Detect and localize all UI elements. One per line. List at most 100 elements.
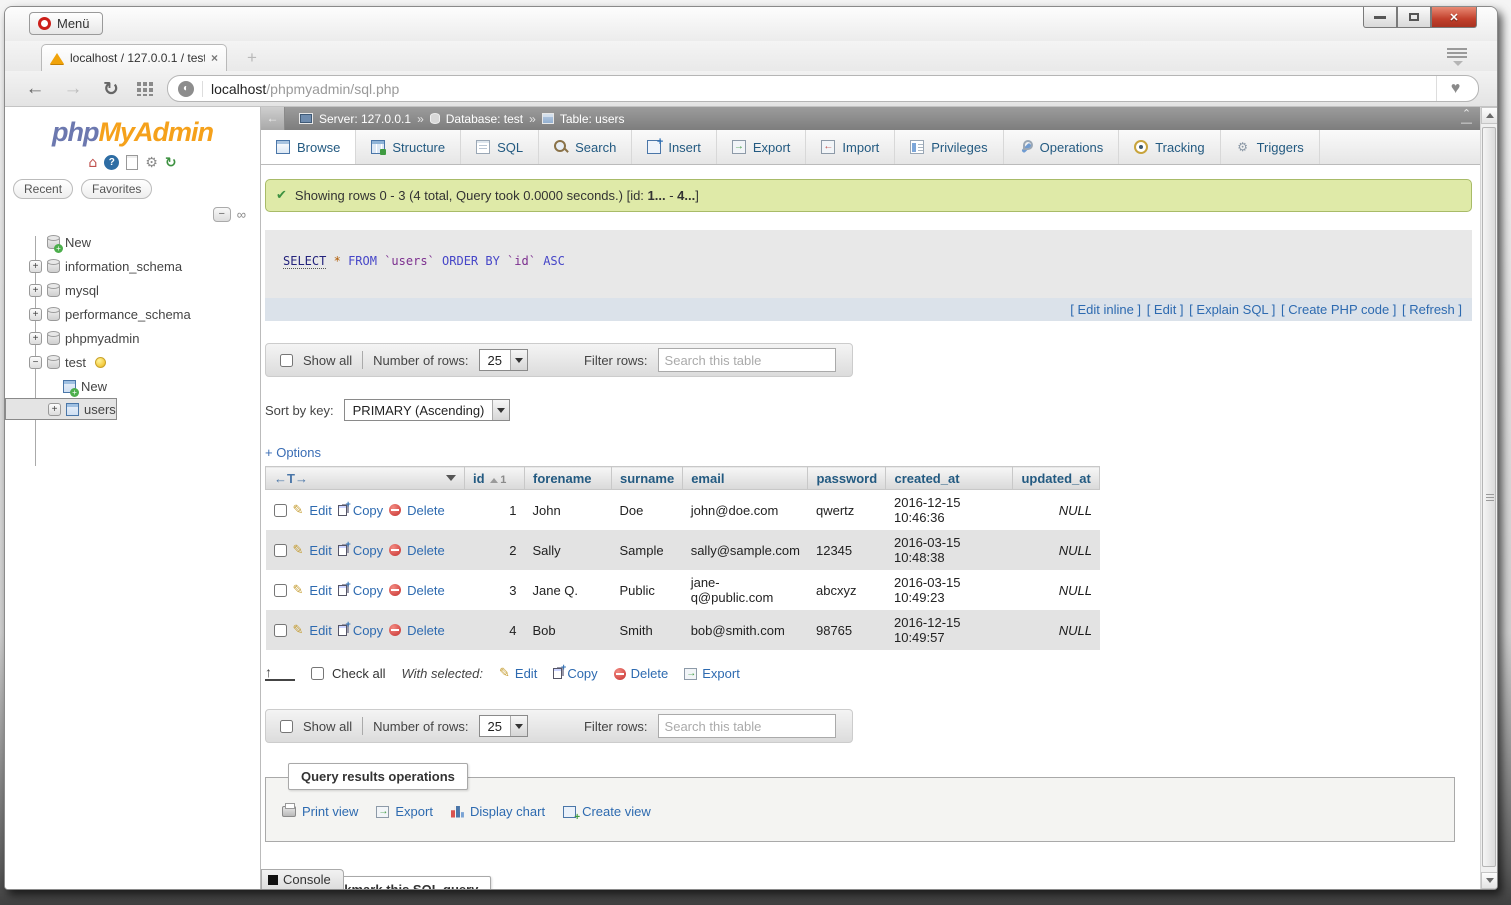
row-checkbox[interactable] [274,624,287,637]
tab-insert[interactable]: Insert [632,130,717,164]
row-checkbox[interactable] [274,504,287,517]
url-field[interactable]: ◐ localhost/phpmyadmin/sql.php ♥ [167,75,1479,102]
browser-tab[interactable]: localhost / 127.0.0.1 / test × [41,44,227,71]
row-checkbox[interactable] [274,544,287,557]
vertical-scrollbar[interactable] [1480,107,1497,889]
new-tab-button[interactable]: + [241,48,263,68]
tab-export[interactable]: Export [717,130,807,164]
tree-item-mysql[interactable]: + mysql [5,278,260,302]
scrollbar-thumb[interactable] [1482,127,1496,867]
tab-browse[interactable]: Browse [261,130,356,164]
url-text[interactable]: localhost/phpmyadmin/sql.php [211,81,1428,97]
collapse-icon[interactable]: − [29,356,42,369]
sort-key-select[interactable]: PRIMARY (Ascending) [344,399,511,421]
tab-import[interactable]: Import [806,130,895,164]
column-dropdown-icon[interactable] [446,475,456,481]
opera-menu-button[interactable]: Menü [29,12,103,35]
row-edit-link[interactable]: Edit [309,543,331,558]
panel-toggle-button[interactable]: ← [261,107,285,130]
row-delete-link[interactable]: Delete [407,543,445,558]
selected-export-link[interactable]: Export [684,666,740,681]
expand-icon[interactable]: + [48,403,61,416]
options-toggle[interactable]: + Options [265,445,1480,460]
console-tab[interactable]: Console [261,869,344,889]
col-header-updated-at[interactable]: updated_at [1013,467,1100,490]
tree-item-new-table[interactable]: New [5,374,260,398]
filter-table-input[interactable] [658,714,836,738]
tab-menu-button[interactable] [1447,48,1469,66]
show-all-checkbox[interactable] [280,720,293,733]
minimize-button[interactable] [1363,7,1397,28]
settings-gear-icon[interactable]: ⚙ [145,155,158,171]
selected-delete-link[interactable]: Delete [614,666,669,681]
row-delete-link[interactable]: Delete [407,583,445,598]
tree-item-information-schema[interactable]: + information_schema [5,254,260,278]
bookmark-heart-button[interactable]: ♥ [1436,76,1474,101]
col-header-surname[interactable]: surname [612,467,683,490]
col-header-password[interactable]: password [808,467,886,490]
selected-copy-link[interactable]: Copy [553,666,597,681]
speed-dial-icon[interactable] [137,82,153,96]
display-chart-link[interactable]: Display chart [451,804,545,819]
breadcrumb-table[interactable]: Table: users [560,112,625,126]
col-header-email[interactable]: email [683,467,808,490]
expand-icon[interactable]: + [29,284,42,297]
print-view-link[interactable]: Print view [282,804,358,819]
tab-structure[interactable]: Structure [356,130,461,164]
explain-sql-link[interactable]: [ Explain SQL ] [1189,302,1275,317]
rows-per-page-select[interactable]: 25 [479,349,528,371]
scroll-up-button[interactable] [1481,107,1498,124]
tab-privileges[interactable]: Privileges [895,130,1003,164]
tab-close-icon[interactable]: × [211,51,218,65]
breadcrumb-server[interactable]: Server: 127.0.0.1 [319,112,411,126]
collapse-all-button[interactable]: − [213,207,231,222]
filter-table-input[interactable] [658,348,836,372]
tree-item-test[interactable]: − test [5,350,260,374]
edit-inline-link[interactable]: [ Edit inline ] [1070,302,1141,317]
row-checkbox[interactable] [274,584,287,597]
transpose-control[interactable]: ←T→ [274,471,308,486]
col-header-forename[interactable]: forename [525,467,612,490]
tab-search[interactable]: Search [539,130,632,164]
tab-triggers[interactable]: ⚙Triggers [1221,130,1320,164]
forward-button[interactable]: → [61,78,85,100]
check-all-checkbox[interactable] [311,667,324,680]
scroll-down-button[interactable] [1481,872,1498,889]
row-copy-link[interactable]: Copy [353,543,383,558]
docs-icon[interactable] [126,155,138,170]
breadcrumb-database[interactable]: Database: test [446,112,523,126]
home-icon[interactable]: ⌂ [88,155,97,171]
create-php-code-link[interactable]: [ Create PHP code ] [1281,302,1396,317]
back-button[interactable]: ← [23,78,47,100]
expand-icon[interactable]: + [29,332,42,345]
row-edit-link[interactable]: Edit [309,623,331,638]
expand-icon[interactable]: + [29,260,42,273]
row-copy-link[interactable]: Copy [353,623,383,638]
tab-tracking[interactable]: Tracking [1119,130,1220,164]
expand-icon[interactable]: + [29,308,42,321]
tree-item-phpmyadmin[interactable]: + phpmyadmin [5,326,260,350]
selected-edit-link[interactable]: ✎Edit [499,666,537,681]
row-delete-link[interactable]: Delete [407,503,445,518]
maximize-button[interactable] [1397,7,1431,28]
row-copy-link[interactable]: Copy [353,503,383,518]
rows-per-page-select[interactable]: 25 [479,715,528,737]
col-header-id[interactable]: id 1 [465,467,525,490]
create-view-link[interactable]: Create view [563,804,651,819]
collapse-top-icon[interactable]: ⌃— [1461,110,1472,128]
row-edit-link[interactable]: Edit [309,503,331,518]
export-link[interactable]: Export [376,804,433,819]
reload-button[interactable]: ↻ [99,78,123,100]
edit-link[interactable]: [ Edit ] [1147,302,1184,317]
tab-operations[interactable]: Operations [1004,130,1120,164]
show-all-checkbox[interactable] [280,354,293,367]
close-button[interactable]: ✕ [1431,7,1477,28]
col-header-created-at[interactable]: created_at [886,467,1013,490]
tree-item-users[interactable]: + users [5,398,117,420]
row-edit-link[interactable]: Edit [309,583,331,598]
favorites-button[interactable]: Favorites [81,179,152,199]
row-delete-link[interactable]: Delete [407,623,445,638]
reload-nav-icon[interactable]: ↻ [165,155,177,171]
tab-sql[interactable]: SQL [461,130,539,164]
help-icon[interactable]: ? [104,155,119,170]
